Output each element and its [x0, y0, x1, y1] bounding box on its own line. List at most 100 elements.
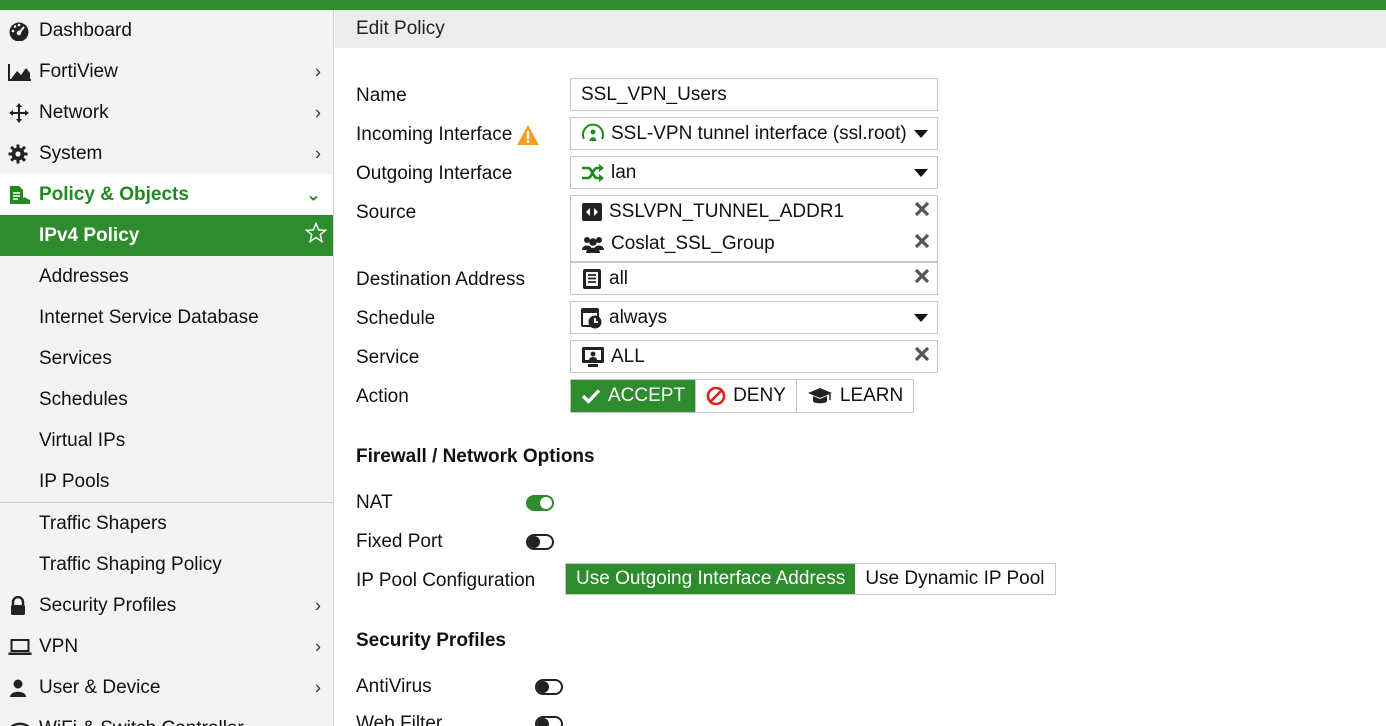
fixed-port-toggle[interactable] [526, 534, 554, 550]
dashboard-icon [8, 20, 34, 42]
chevron-right-icon: › [315, 595, 321, 615]
chevron-right-icon: › [315, 102, 321, 122]
chevron-down-icon: ⌄ [305, 184, 321, 204]
learn-label: LEARN [839, 385, 904, 406]
sidebar-item-ip-pools[interactable]: IP Pools [0, 461, 333, 502]
source-value: SSLVPN_TUNNEL_ADDR1 [609, 201, 845, 222]
remove-icon[interactable] [914, 268, 930, 290]
use-outgoing-interface-address-option[interactable]: Use Outgoing Interface Address [566, 564, 856, 594]
service-icon [581, 346, 605, 368]
antivirus-toggle[interactable] [535, 679, 563, 695]
sidebar-item-label: Addresses [39, 265, 129, 287]
source-label: Source [356, 202, 417, 223]
main-content: Edit Policy Name SSL_VPN_Users Incoming … [335, 10, 1386, 726]
name-value: SSL_VPN_Users [581, 83, 727, 105]
learn-button[interactable]: LEARN [797, 380, 913, 412]
deny-icon [706, 386, 726, 406]
destination-address-label: Destination Address [356, 269, 525, 290]
sidebar-item-traffic-shaping-policy[interactable]: Traffic Shaping Policy [0, 544, 333, 585]
chevron-right-icon: › [315, 61, 321, 81]
sidebar-item-label: WiFi & Switch Controller [39, 718, 244, 726]
nat-label: NAT [356, 492, 393, 513]
sidebar-item-wifi-switch-controller[interactable]: WiFi & Switch Controller [0, 708, 333, 726]
name-input[interactable]: SSL_VPN_Users [570, 78, 938, 111]
sidebar-item-label: Policy & Objects [39, 183, 189, 205]
sidebar-item-services[interactable]: Services [0, 338, 333, 379]
sidebar-item-label: System [39, 142, 103, 164]
remove-icon[interactable] [914, 233, 930, 255]
sidebar-item-schedules[interactable]: Schedules [0, 379, 333, 420]
sidebar-item-label: Schedules [39, 388, 128, 410]
schedule-clock-icon [581, 307, 603, 329]
remove-icon[interactable] [914, 201, 930, 223]
schedule-label: Schedule [356, 308, 436, 329]
source-value: Coslat_SSL_Group [611, 233, 775, 254]
web-filter-toggle[interactable] [535, 716, 563, 726]
remove-icon[interactable] [914, 346, 930, 368]
accept-button[interactable]: ACCEPT [571, 380, 697, 412]
wifi-icon [8, 718, 34, 726]
sidebar-item-vpn[interactable]: VPN › [0, 626, 333, 667]
service-multiselect[interactable]: ALL [570, 340, 938, 373]
ip-pool-configuration-label: IP Pool Configuration [356, 570, 536, 591]
chevron-right-icon: › [315, 143, 321, 163]
user-icon [8, 677, 34, 699]
warning-icon [516, 124, 540, 146]
sidebar-item-label: FortiView [39, 60, 118, 82]
schedule-value: always [609, 306, 668, 328]
nat-toggle[interactable] [526, 495, 554, 511]
sidebar-item-label: Dashboard [39, 19, 132, 41]
sidebar-item-traffic-shapers[interactable]: Traffic Shapers [0, 503, 333, 544]
sidebar-item-addresses[interactable]: Addresses [0, 256, 333, 297]
check-icon [581, 388, 601, 404]
action-label: Action [356, 386, 409, 407]
sidebar-item-label: User & Device [39, 676, 161, 698]
service-label: Service [356, 347, 420, 368]
security-profiles-section-title: Security Profiles [356, 630, 506, 651]
sidebar-item-fortiview[interactable]: FortiView › [0, 51, 333, 92]
caret-down-icon [914, 307, 928, 329]
chevron-right-icon: › [315, 677, 321, 697]
source-entry: SSLVPN_TUNNEL_ADDR1 [571, 196, 937, 228]
sidebar-item-label: Security Profiles [39, 594, 177, 616]
star-icon[interactable] [304, 221, 328, 250]
web-filter-label: Web Filter [356, 713, 443, 726]
sidebar-item-ipv4-policy[interactable]: IPv4 Policy [0, 215, 333, 256]
caret-down-icon [914, 123, 928, 145]
sidebar-item-label: Traffic Shapers [39, 512, 167, 534]
address-range-icon [581, 202, 603, 222]
laptop-icon [8, 636, 34, 658]
caret-down-icon [914, 162, 928, 184]
lock-icon [8, 595, 34, 617]
sidebar-item-internet-service-database[interactable]: Internet Service Database [0, 297, 333, 338]
incoming-interface-select[interactable]: SSL-VPN tunnel interface (ssl.root) [570, 117, 938, 150]
area-chart-icon [8, 61, 34, 83]
deny-button[interactable]: DENY [696, 380, 797, 412]
destination-address-multiselect[interactable]: all [570, 262, 938, 295]
sidebar-item-dashboard[interactable]: Dashboard [0, 10, 333, 51]
sidebar-item-security-profiles[interactable]: Security Profiles › [0, 585, 333, 626]
sidebar-item-label: Network [39, 101, 109, 123]
sidebar-item-label: IP Pools [39, 470, 110, 492]
sidebar-item-system[interactable]: System › [0, 133, 333, 174]
action-button-group: ACCEPT DENY LEARN [570, 379, 915, 413]
sidebar-item-label: Services [39, 347, 112, 369]
sidebar-item-user-device[interactable]: User & Device › [0, 667, 333, 708]
sidebar-item-virtual-ips[interactable]: Virtual IPs [0, 420, 333, 461]
sidebar-item-label: VPN [39, 635, 79, 657]
use-dynamic-ip-pool-option[interactable]: Use Dynamic IP Pool [855, 564, 1054, 594]
source-multiselect[interactable]: SSLVPN_TUNNEL_ADDR1 Coslat_SSL_Group [570, 195, 938, 262]
outgoing-interface-select[interactable]: lan [570, 156, 938, 189]
graduation-cap-icon [807, 387, 833, 405]
network-arrows-icon [8, 102, 34, 124]
sidebar: Dashboard FortiView › Network › System ›… [0, 10, 334, 726]
name-label: Name [356, 85, 407, 106]
accept-label: ACCEPT [608, 385, 686, 406]
ssl-vpn-tunnel-icon [581, 123, 605, 145]
schedule-select[interactable]: always [570, 301, 938, 334]
outgoing-interface-value: lan [611, 161, 637, 183]
ip-pool-configuration-selector: Use Outgoing Interface Address Use Dynam… [565, 563, 1056, 595]
sidebar-item-network[interactable]: Network › [0, 92, 333, 133]
sidebar-item-policy-objects[interactable]: Policy & Objects ⌄ [0, 174, 333, 215]
firewall-section-title: Firewall / Network Options [356, 446, 595, 467]
